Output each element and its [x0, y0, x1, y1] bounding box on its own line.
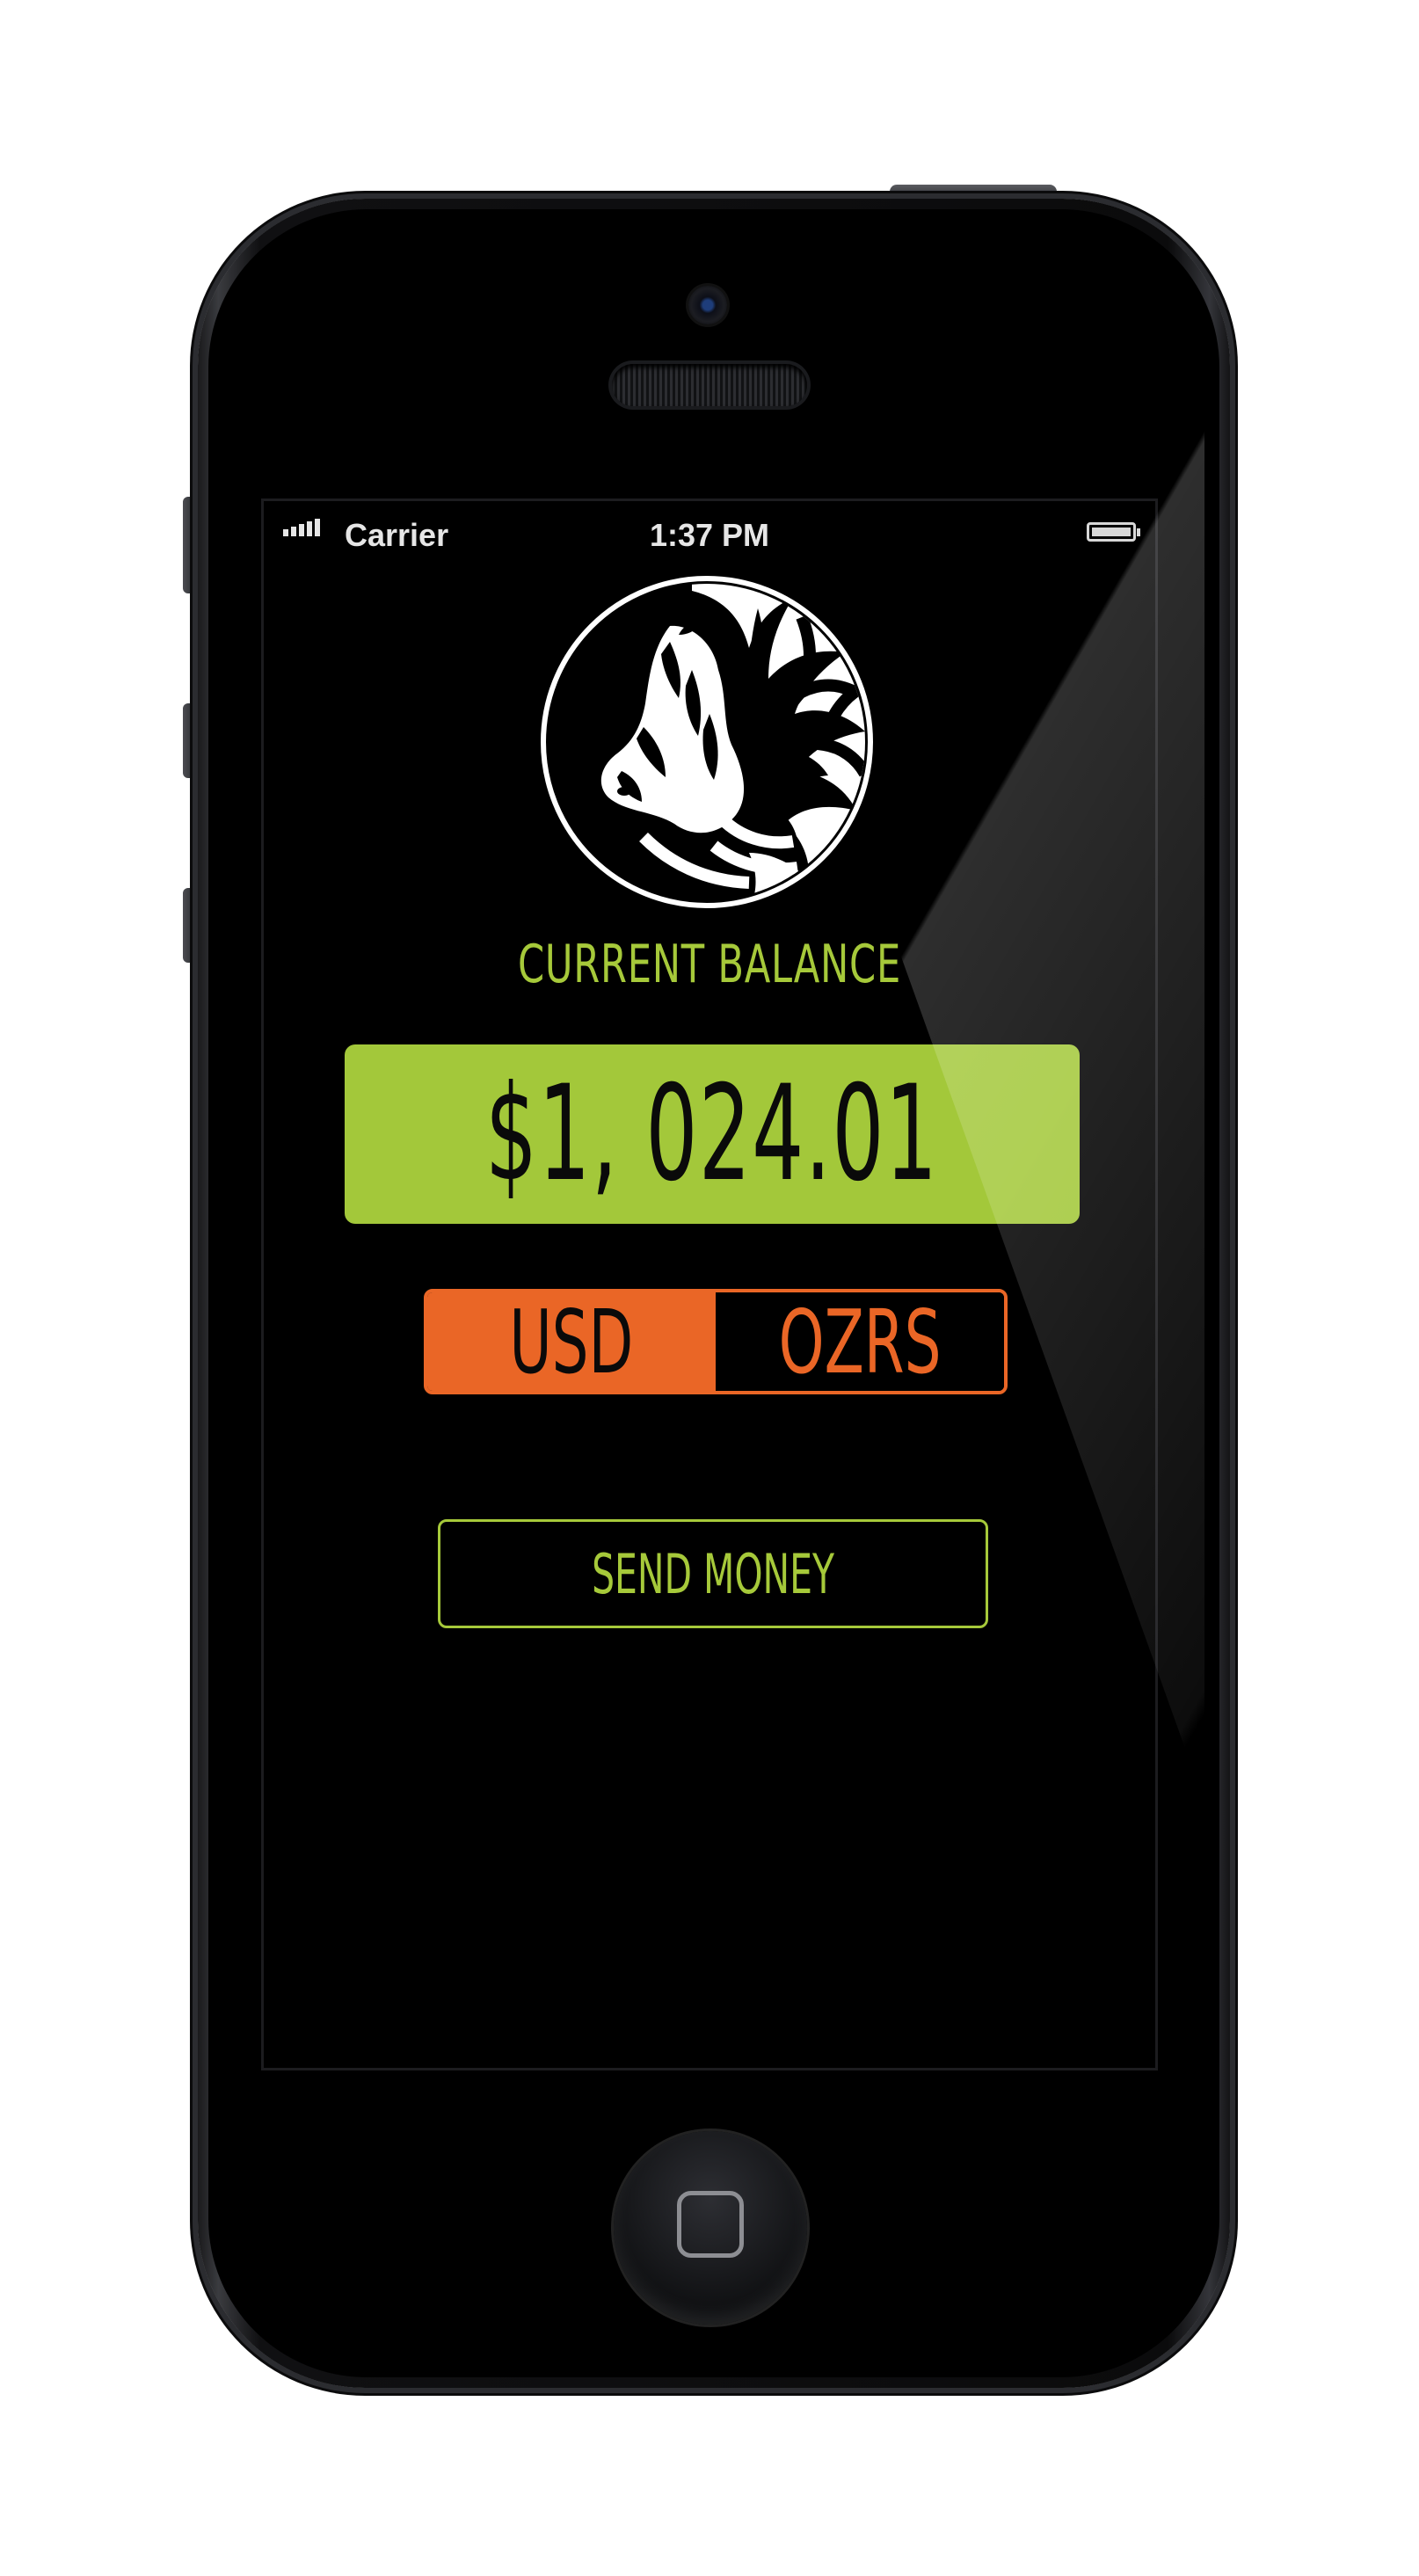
app-screen: Carrier 1:37 PM CURRENT BALANCE $1, 024.… — [261, 498, 1158, 2070]
currency-option-ozrs[interactable]: OZRS — [716, 1292, 1004, 1391]
zebra-logo-icon — [541, 576, 873, 908]
battery-icon — [1087, 522, 1140, 542]
device-mockup: Carrier 1:37 PM CURRENT BALANCE $1, 024.… — [0, 0, 1419, 2576]
home-square-icon — [677, 2191, 744, 2258]
status-time: 1:37 PM — [649, 517, 770, 553]
home-button[interactable] — [614, 2131, 807, 2325]
speaker-grille — [612, 364, 807, 406]
send-money-button[interactable]: SEND MONEY — [438, 1519, 988, 1628]
balance-value: $1, 024.01 — [485, 1058, 939, 1211]
balance-label: CURRENT BALANCE — [518, 934, 901, 995]
balance-display: $1, 024.01 — [345, 1044, 1080, 1224]
currency-option-usd[interactable]: USD — [427, 1292, 716, 1391]
currency-toggle: USD OZRS — [424, 1289, 1008, 1394]
status-bar: Carrier 1:37 PM — [264, 501, 1155, 553]
camera-icon — [688, 286, 727, 324]
